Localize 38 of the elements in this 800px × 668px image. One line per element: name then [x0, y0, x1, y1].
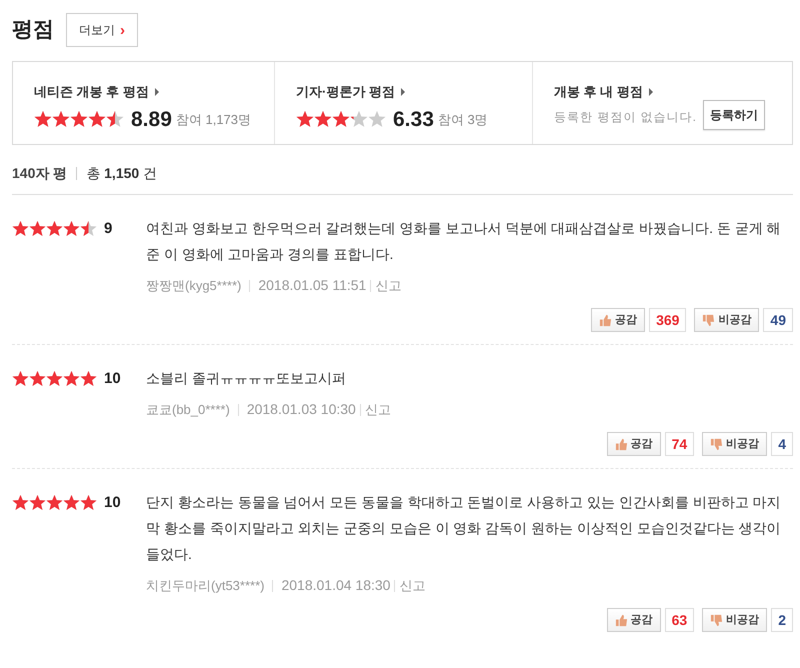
vote-count: 49: [763, 308, 793, 332]
rating-link[interactable]: 네티즌 개봉 후 평점: [34, 82, 149, 102]
vote-count: 63: [664, 608, 694, 632]
dislike-button[interactable]: 비공감: [702, 432, 768, 456]
vote-count: 4: [771, 432, 793, 456]
review-text: 소블리 졸귀ㅠㅠㅠㅠ또보고시퍼: [146, 369, 347, 388]
review-score: 9: [104, 220, 112, 238]
score-value: 6.33: [393, 106, 434, 132]
vote-count: 2: [771, 608, 793, 632]
review-text: 단지 황소라는 동물을 넘어서 모든 동물을 학대하고 돈벌이로 사용하고 있는 인간사회를 비판하고 마지막 황소를 죽이지말라고 외치는 군중의 모습은 이 영화 감독이 원하는 이상적인 모습인것같다는 생각이 들었다.: [146, 493, 782, 564]
review-author: 짱짱맨(kyg5****): [146, 276, 242, 295]
review-author: 쿄쿄(bb_0****): [146, 400, 230, 419]
register-button[interactable]: 등록하기: [703, 100, 766, 130]
chevron-icon: ›: [120, 22, 125, 38]
dislike-button[interactable]: 비공감: [702, 608, 768, 632]
review-author: 치킨두마리(yt53****): [146, 576, 264, 595]
participant-count: 참여 3명: [438, 110, 488, 128]
like-button[interactable]: 공감: [591, 308, 646, 332]
section-title: 평점: [12, 17, 54, 44]
review-score: 10: [104, 494, 121, 512]
vote-count: 369: [649, 308, 686, 332]
review-date: 2018.01.04 18:30: [281, 576, 390, 595]
review-date: 2018.01.05 11:51: [258, 276, 366, 295]
empty-message: 등록한 평점이 없습니다.: [554, 108, 698, 126]
like-button[interactable]: 공감: [606, 608, 661, 632]
more-button[interactable]: 더보기 ›: [66, 13, 138, 47]
vote-count: 74: [664, 432, 694, 456]
list-title: 140자 평: [12, 164, 68, 183]
like-button[interactable]: 공감: [606, 432, 661, 456]
total-count: 총 1,150 건: [86, 164, 158, 183]
review-score: 10: [104, 370, 121, 388]
score-value: 8.89: [131, 106, 172, 132]
review-text: 여친과 영화보고 한우먹으러 갈려했는데 영화를 보고나서 덕분에 대패삼겹살로 바꿨습니다. 돈 굳게 해준 이 영화에 고마움과 경의를 표합니다.: [146, 219, 782, 264]
rating-link[interactable]: 기자·평론가 평점: [296, 82, 395, 102]
review-date: 2018.01.03 10:30: [246, 400, 356, 419]
participant-count: 참여 1,173명: [176, 110, 252, 128]
dislike-button[interactable]: 비공감: [694, 308, 760, 332]
rating-link[interactable]: 개봉 후 내 평점: [554, 82, 643, 102]
